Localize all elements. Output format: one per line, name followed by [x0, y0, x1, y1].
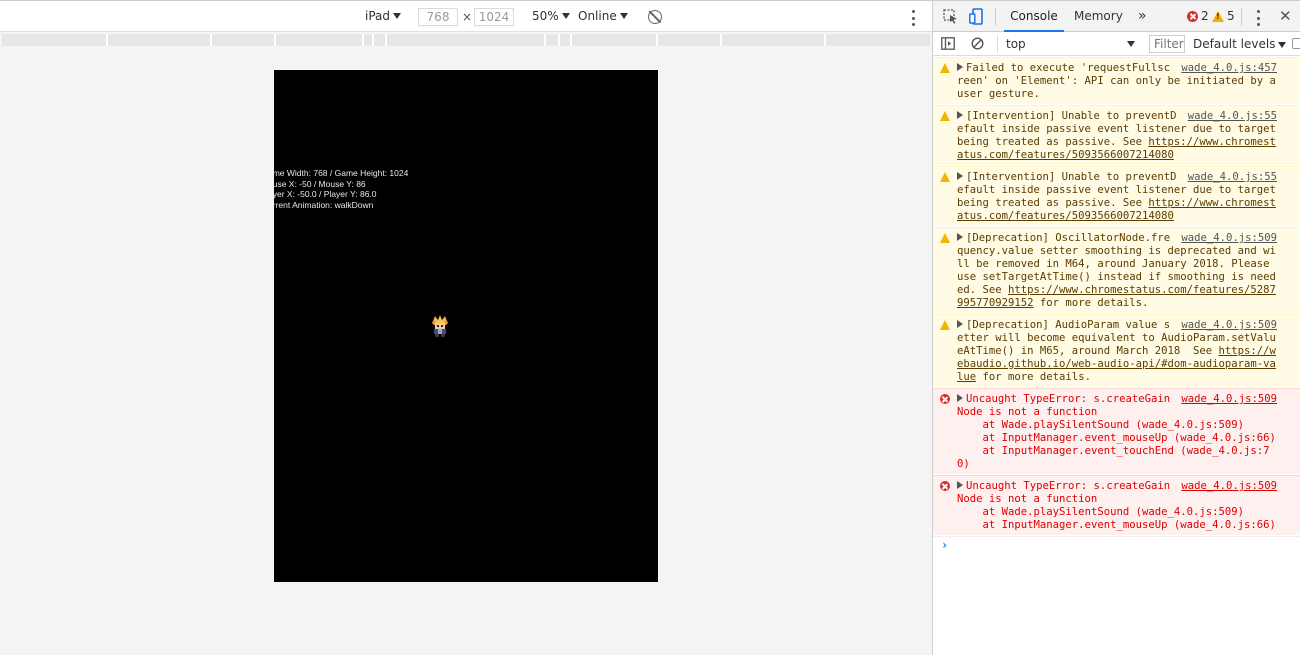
device-emulation-pane: iPad 768 × 1024 50% Online ame Width: 76… — [0, 0, 932, 655]
close-devtools-icon[interactable]: ✕ — [1279, 7, 1292, 25]
chevron-down-icon — [561, 13, 570, 19]
source-link[interactable]: wade_4.0.js:509 — [1181, 480, 1277, 493]
warning-count-icon[interactable] — [1212, 11, 1224, 22]
clear-console-icon[interactable] — [971, 37, 984, 50]
expand-triangle-icon[interactable] — [957, 394, 963, 402]
source-link[interactable]: wade_4.0.js:509 — [1181, 393, 1277, 406]
expand-triangle-icon[interactable] — [957, 111, 963, 119]
console-output[interactable]: wade_4.0.js:457 Failed to execute 'reques… — [933, 57, 1300, 655]
filter-input[interactable] — [1149, 35, 1185, 53]
browser-window: iPad 768 × 1024 50% Online ame Width: 76… — [0, 0, 1300, 655]
chevron-down-icon — [1278, 42, 1287, 48]
width-input[interactable]: 768 — [418, 8, 458, 26]
expand-triangle-icon[interactable] — [957, 233, 963, 241]
warning-icon — [940, 233, 950, 243]
device-select-label: iPad — [365, 9, 391, 23]
error-count-icon[interactable] — [1187, 11, 1198, 22]
console-warning-message[interactable]: wade_4.0.js:509 [Deprecation] OscillatorN… — [933, 227, 1300, 314]
source-link[interactable]: wade_4.0.js:55 — [1188, 110, 1277, 123]
console-error-message[interactable]: wade_4.0.js:509 Uncaught TypeError: s.cre… — [933, 475, 1300, 536]
tab-console[interactable]: Console — [1004, 1, 1064, 32]
media-query-ruler[interactable] — [2, 34, 930, 46]
zoom-select-label: 50% — [532, 9, 559, 23]
console-prompt[interactable]: › — [933, 536, 1300, 556]
more-tabs-chevron-icon[interactable]: » — [1138, 1, 1147, 32]
message-text-after: for more details. — [976, 371, 1091, 383]
error-count[interactable]: 2 — [1201, 1, 1209, 32]
warning-count[interactable]: 5 — [1227, 1, 1235, 32]
chevron-down-icon — [619, 13, 628, 19]
device-toolbar: iPad 768 × 1024 50% Online — [0, 0, 932, 32]
console-warning-message[interactable]: wade_4.0.js:55 [Intervention] Unable to p… — [933, 105, 1300, 166]
warning-icon — [940, 63, 950, 73]
console-warning-message[interactable]: wade_4.0.js:457 Failed to execute 'reques… — [933, 57, 1300, 105]
group-similar-checkbox[interactable] — [1292, 38, 1300, 49]
warning-icon — [940, 172, 950, 182]
warning-icon — [940, 320, 950, 330]
player-sprite — [432, 315, 448, 337]
context-select-label: top — [1006, 37, 1026, 51]
devtools-tabbar: Console Memory » 2 5 ✕ — [933, 0, 1300, 32]
hud-line: ayer X: -50.0 / Player Y: 86.0 — [274, 189, 377, 199]
expand-triangle-icon[interactable] — [957, 63, 963, 71]
error-icon — [940, 394, 950, 404]
device-select[interactable]: iPad — [365, 9, 402, 23]
log-levels-label: Default levels — [1193, 37, 1276, 51]
log-levels-select[interactable]: Default levels — [1193, 35, 1287, 53]
console-error-message[interactable]: wade_4.0.js:509 Uncaught TypeError: s.cre… — [933, 388, 1300, 475]
warning-icon — [940, 111, 950, 121]
source-link[interactable]: wade_4.0.js:509 — [1181, 319, 1277, 332]
prompt-caret-icon: › — [941, 538, 949, 552]
height-input[interactable]: 1024 — [474, 8, 514, 26]
zoom-select[interactable]: 50% — [532, 9, 570, 23]
error-icon — [940, 481, 950, 491]
device-toolbar-toggle-icon[interactable] — [969, 8, 983, 25]
console-warning-message[interactable]: wade_4.0.js:55 [Intervention] Unable to p… — [933, 166, 1300, 227]
dimension-separator: × — [462, 10, 473, 24]
hud-line: urrent Animation: walkDown — [274, 199, 374, 210]
chevron-down-icon — [1127, 41, 1135, 47]
expand-triangle-icon[interactable] — [957, 320, 963, 328]
hud-line: ouse X: -50 / Mouse Y: 86 — [274, 178, 366, 189]
network-select-label: Online — [578, 9, 617, 23]
customize-devtools-icon[interactable] — [1253, 10, 1263, 26]
context-select[interactable]: top — [997, 35, 1137, 53]
more-options-icon[interactable] — [908, 10, 918, 26]
tab-memory[interactable]: Memory — [1074, 1, 1123, 32]
inspect-element-icon[interactable] — [943, 9, 958, 24]
hud-line: ame Width: 768 / Game Height: 1024 — [274, 168, 409, 178]
expand-triangle-icon[interactable] — [957, 481, 963, 489]
debug-hud: ame Width: 768 / Game Height: 1024 ouse … — [274, 168, 408, 210]
devtools-panel: Console Memory » 2 5 ✕ top — [932, 0, 1300, 655]
source-link[interactable]: wade_4.0.js:55 — [1188, 171, 1277, 184]
show-sidebar-icon[interactable] — [941, 37, 955, 50]
console-warning-message[interactable]: wade_4.0.js:509 [Deprecation] AudioParam … — [933, 314, 1300, 388]
game-canvas[interactable]: ame Width: 768 / Game Height: 1024 ouse … — [274, 70, 658, 582]
network-throttle-select[interactable]: Online — [578, 9, 628, 23]
chevron-down-icon — [393, 13, 402, 19]
source-link[interactable]: wade_4.0.js:509 — [1181, 232, 1277, 245]
expand-triangle-icon[interactable] — [957, 172, 963, 180]
source-link[interactable]: wade_4.0.js:457 — [1181, 62, 1277, 75]
console-filterbar: top Default levels — [933, 32, 1300, 56]
message-text-after: for more details. — [1033, 297, 1149, 309]
rotate-icon[interactable] — [648, 10, 662, 24]
